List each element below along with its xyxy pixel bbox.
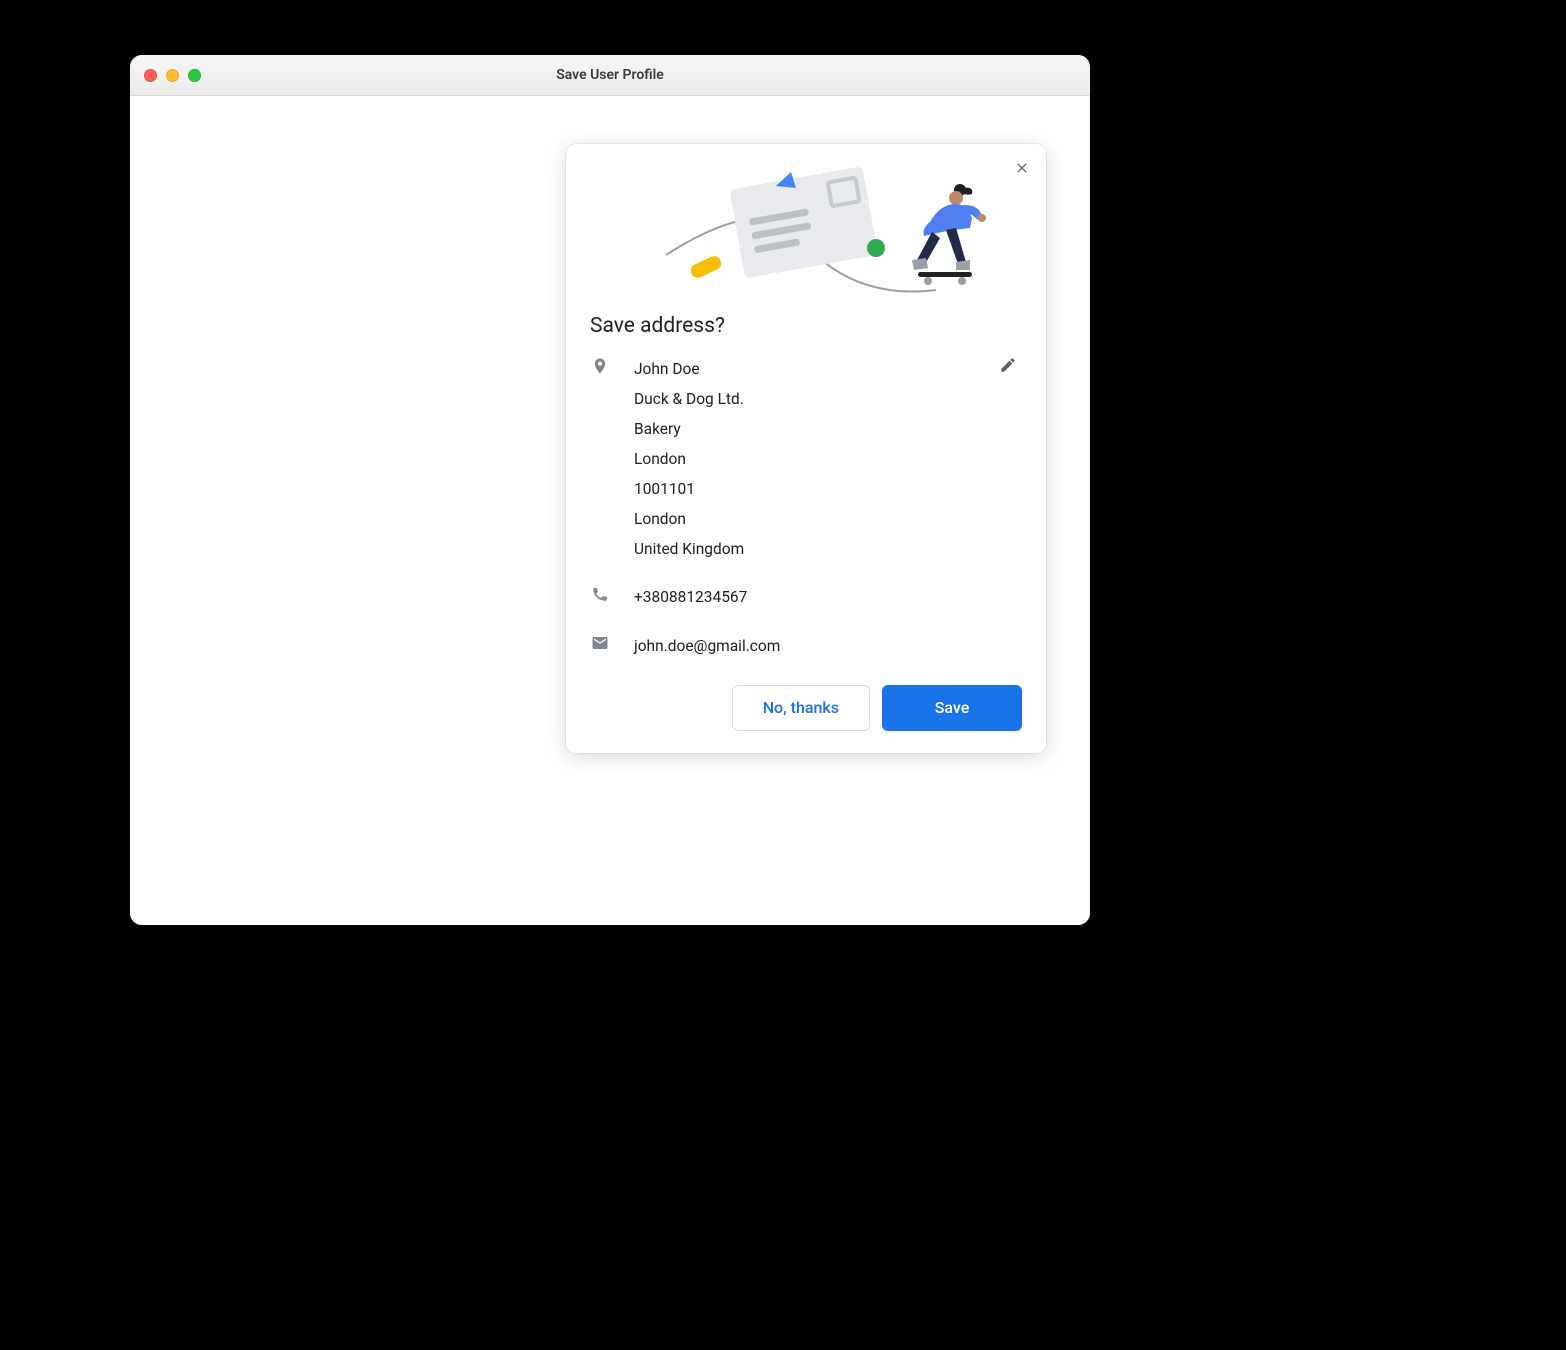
address-city-2: London — [634, 504, 1022, 534]
address-dept: Bakery — [634, 414, 1022, 444]
phone-section: +380881234567 — [590, 582, 1022, 612]
pencil-icon — [999, 356, 1017, 377]
address-city-1: London — [634, 444, 1022, 474]
email-icon — [590, 633, 610, 653]
popup-title: Save address? — [590, 314, 1022, 338]
traffic-lights — [144, 69, 201, 82]
email-section: john.doe@gmail.com — [590, 631, 1022, 661]
address-name: John Doe — [634, 354, 1022, 384]
phone-text: +380881234567 — [634, 582, 1022, 612]
window-titlebar: Save User Profile — [130, 55, 1090, 96]
popup-illustration — [566, 144, 1046, 304]
address-text: John Doe Duck & Dog Ltd. Bakery London 1… — [634, 354, 1022, 564]
phone-icon — [590, 584, 610, 604]
save-address-popup: Save address? John Doe Duck & Dog Ltd. B… — [566, 144, 1046, 753]
email-text: john.doe@gmail.com — [634, 631, 1022, 661]
window-minimize-button[interactable] — [166, 69, 179, 82]
address-country: United Kingdom — [634, 534, 1022, 564]
save-button[interactable]: Save — [882, 685, 1022, 731]
address-company: Duck & Dog Ltd. — [634, 384, 1022, 414]
window-maximize-button[interactable] — [188, 69, 201, 82]
edit-address-button[interactable] — [994, 352, 1022, 380]
address-section: John Doe Duck & Dog Ltd. Bakery London 1… — [590, 354, 1022, 564]
window-title: Save User Profile — [556, 67, 664, 83]
window-close-button[interactable] — [144, 69, 157, 82]
popup-button-row: No, thanks Save — [590, 685, 1022, 731]
location-pin-icon — [590, 356, 610, 376]
address-postcode: 1001101 — [634, 474, 1022, 504]
decline-button[interactable]: No, thanks — [732, 685, 870, 731]
app-window: Save User Profile — [130, 55, 1090, 925]
window-content: Save address? John Doe Duck & Dog Ltd. B… — [130, 96, 1090, 925]
